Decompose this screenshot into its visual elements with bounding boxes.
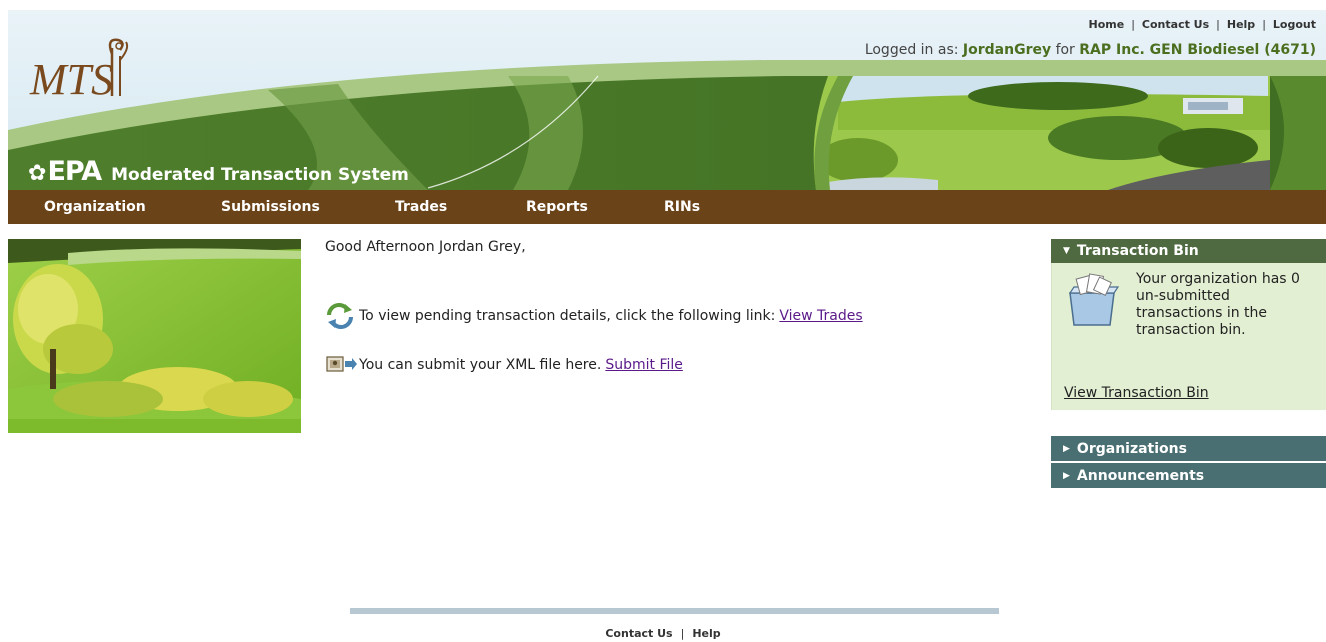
view-transaction-bin-link[interactable]: View Transaction Bin	[1064, 385, 1209, 401]
mts-logo-text: MTS	[29, 55, 113, 104]
submit-file-line: You can submit your XML file here. Submi…	[325, 355, 683, 375]
top-links: Home | Contact Us | Help | Logout	[1088, 18, 1316, 31]
triangle-down-icon: ▼	[1063, 246, 1070, 256]
logout-link[interactable]: Logout	[1273, 18, 1316, 31]
transaction-bin-message: Your organization has 0 un-submitted tra…	[1136, 271, 1300, 338]
view-trades-link[interactable]: View Trades	[779, 308, 862, 324]
announcements-title: Announcements	[1076, 467, 1205, 484]
transaction-bin-body: Your organization has 0 un-submitted tra…	[1051, 263, 1326, 410]
main-nav: Organization Submissions Trades Reports …	[8, 190, 1326, 224]
triangle-right-icon: ▶	[1063, 470, 1070, 481]
logged-in-status: Logged in as: JordanGrey for RAP Inc. GE…	[865, 42, 1316, 58]
for-label: for	[1055, 42, 1075, 58]
nav-reports[interactable]: Reports	[526, 199, 588, 215]
nav-trades[interactable]: Trades	[395, 199, 447, 215]
contact-us-link[interactable]: Contact Us	[1142, 18, 1209, 31]
refresh-icon	[325, 303, 359, 329]
footer-links: Contact Us | Help	[605, 627, 721, 640]
username: JordanGrey	[962, 42, 1052, 58]
header-banner: MTS ✿EPA Moderated Transaction System Ho…	[8, 10, 1326, 190]
footer-contact-us-link[interactable]: Contact Us	[605, 627, 672, 640]
organizations-title: Organizations	[1076, 440, 1187, 457]
triangle-right-icon: ▶	[1063, 443, 1070, 454]
footer-help-link[interactable]: Help	[692, 627, 720, 640]
epa-mark-text: EPA	[47, 156, 102, 187]
nav-rins[interactable]: RINs	[664, 199, 700, 215]
organization-name: RAP Inc. GEN Biodiesel (4671)	[1079, 42, 1316, 58]
transaction-bin-header[interactable]: ▼ Transaction Bin	[1051, 239, 1326, 263]
mts-logo[interactable]: MTS	[26, 34, 136, 108]
mts-logo-graphic: MTS	[29, 38, 129, 104]
pending-transactions-line: To view pending transaction details, cli…	[325, 303, 863, 329]
upload-file-icon	[325, 355, 359, 375]
nav-organization[interactable]: Organization	[44, 199, 146, 215]
sidebar: ▼ Transaction Bin Your organization has …	[1051, 239, 1326, 488]
nav-submissions[interactable]: Submissions	[221, 199, 320, 215]
transaction-bin-title: Transaction Bin	[1076, 243, 1199, 259]
epa-system-title: ✿EPA Moderated Transaction System	[28, 156, 409, 187]
transaction-bin-icon	[1064, 273, 1122, 333]
submit-text: You can submit your XML file here.	[359, 357, 602, 373]
footer-divider	[350, 608, 999, 614]
submit-file-link[interactable]: Submit File	[605, 357, 683, 373]
epa-logo: ✿EPA	[28, 156, 102, 187]
help-link[interactable]: Help	[1227, 18, 1255, 31]
logged-in-prefix: Logged in as:	[864, 42, 959, 58]
pending-text: To view pending transaction details, cli…	[359, 308, 776, 324]
announcements-header[interactable]: ▶ Announcements	[1051, 463, 1326, 488]
organizations-header[interactable]: ▶ Organizations	[1051, 436, 1326, 461]
home-link[interactable]: Home	[1089, 18, 1125, 31]
greeting: Good Afternoon Jordan Grey,	[325, 239, 526, 255]
landscape-photo	[8, 239, 301, 433]
system-name: Moderated Transaction System	[111, 165, 409, 185]
epa-flower-icon: ✿	[28, 161, 46, 186]
landscape-photo-graphic	[8, 239, 301, 433]
